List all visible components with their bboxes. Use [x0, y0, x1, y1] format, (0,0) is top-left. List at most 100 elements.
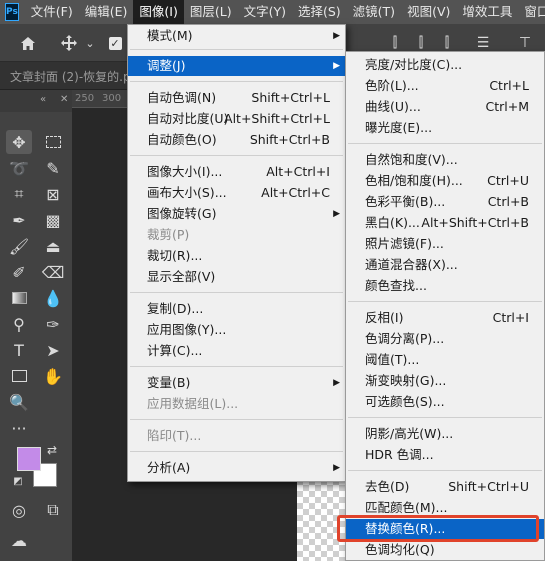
horizontal-ruler: 250 300	[72, 90, 127, 108]
menu-item-mode[interactable]: 模式(M) ▶	[128, 26, 345, 46]
menu-window[interactable]: 窗口(W)	[518, 0, 545, 24]
blur-tool-icon[interactable]: 💧	[40, 286, 66, 310]
menu-item-vibrance[interactable]: 自然饱和度(V)...	[346, 150, 544, 170]
menu-item-brightness-contrast[interactable]: 亮度/对比度(C)...	[346, 55, 544, 75]
move-tool-icon[interactable]: ✥	[6, 130, 32, 154]
eyedropper-tool-icon[interactable]: ✒	[6, 208, 32, 232]
menu-item-image-size[interactable]: 图像大小(I)... Alt+Ctrl+I	[128, 162, 345, 182]
menu-item-desaturate[interactable]: 去色(D) Shift+Ctrl+U	[346, 477, 544, 497]
menu-item-crop: 裁剪(P)	[147, 227, 190, 242]
menu-item-auto-contrast[interactable]: 自动对比度(U) Alt+Shift+Ctrl+L	[128, 109, 345, 129]
menu-item-curves[interactable]: 曲线(U)... Ctrl+M	[346, 97, 544, 117]
menu-item-reveal-all[interactable]: 显示全部(V)	[128, 267, 345, 287]
share-icon[interactable]: ☁	[6, 528, 32, 552]
menu-view[interactable]: 视图(V)	[401, 0, 456, 24]
menu-item-variables[interactable]: 变量(B) ▶	[128, 373, 345, 393]
move-tool-icon[interactable]	[58, 24, 80, 62]
menu-file[interactable]: 文件(F)	[25, 0, 79, 24]
eraser-tool-icon[interactable]: ⌫	[40, 260, 66, 284]
menu-item-black-white[interactable]: 黑白(K)... Alt+Shift+Ctrl+B	[346, 213, 544, 233]
gradient-tool-icon[interactable]	[6, 286, 32, 310]
rectangle-tool-icon[interactable]	[6, 364, 32, 388]
zoom-tool-icon[interactable]: 🔍	[6, 390, 32, 414]
history-brush-tool-icon[interactable]: ✐	[6, 260, 32, 284]
menu-separator	[130, 292, 343, 293]
menu-bar: Ps 文件(F) 编辑(E) 图像(I) 图层(L) 文字(Y) 选择(S) 滤…	[0, 0, 545, 24]
foreground-color-swatch[interactable]	[17, 447, 41, 471]
close-icon[interactable]: ✕	[60, 94, 68, 105]
clone-stamp-tool-icon[interactable]: ⏏	[40, 234, 66, 258]
menu-item-invert[interactable]: 反相(I) Ctrl+I	[346, 308, 544, 328]
menu-item-color-balance[interactable]: 色彩平衡(B)... Ctrl+B	[346, 192, 544, 212]
menu-item-exposure[interactable]: 曝光度(E)...	[346, 118, 544, 138]
ruler-tick-label: 300	[102, 93, 122, 104]
menu-separator	[348, 301, 542, 302]
menu-item-canvas-size[interactable]: 画布大小(S)... Alt+Ctrl+C	[128, 183, 345, 203]
marquee-tool-icon[interactable]	[40, 130, 66, 154]
more-tools-icon[interactable]: ···	[6, 416, 32, 440]
menu-item-trap: 陷印(T)...	[147, 428, 202, 443]
menu-item-auto-color[interactable]: 自动颜色(O) Shift+Ctrl+B	[128, 130, 345, 150]
menu-filter[interactable]: 滤镜(T)	[347, 0, 401, 24]
submenu-arrow-icon: ▶	[333, 209, 340, 219]
menu-item-image-rotation[interactable]: 图像旋转(G) ▶	[128, 204, 345, 224]
ruler-tick-label: 250	[75, 93, 95, 104]
menu-item-threshold[interactable]: 阈值(T)...	[346, 350, 544, 370]
chevron-down-icon[interactable]: ⌄	[82, 24, 98, 62]
menu-separator	[130, 49, 343, 50]
quick-mask-icon[interactable]: ◎	[6, 498, 32, 522]
menu-edit[interactable]: 编辑(E)	[79, 0, 134, 24]
type-tool-icon[interactable]: T	[6, 338, 32, 362]
collapse-icon[interactable]: «	[40, 94, 46, 105]
frame-tool-icon[interactable]: ⊠	[40, 182, 66, 206]
submenu-arrow-icon: ▶	[333, 31, 340, 41]
lasso-tool-icon[interactable]: ➰	[6, 156, 32, 180]
photoshop-logo-icon: Ps	[5, 3, 19, 21]
quick-select-tool-icon[interactable]: ✎	[40, 156, 66, 180]
menu-layer[interactable]: 图层(L)	[184, 0, 238, 24]
menu-item-levels[interactable]: 色阶(L)... Ctrl+L	[346, 76, 544, 96]
menu-separator	[130, 419, 343, 420]
menu-item-trim[interactable]: 裁切(R)...	[128, 246, 345, 266]
menu-item-color-lookup[interactable]: 颜色查找...	[346, 276, 544, 296]
menu-item-auto-tone[interactable]: 自动色调(N) Shift+Ctrl+L	[128, 88, 345, 108]
menu-item-hue-saturation[interactable]: 色相/饱和度(H)... Ctrl+U	[346, 171, 544, 191]
path-select-tool-icon[interactable]: ➤	[40, 338, 66, 362]
adjustments-submenu: 亮度/对比度(C)... 色阶(L)... Ctrl+L 曲线(U)... Ctrl…	[345, 51, 545, 561]
menu-item-posterize[interactable]: 色调分离(P)...	[346, 329, 544, 349]
menu-select[interactable]: 选择(S)	[292, 0, 347, 24]
menu-item-adjustments[interactable]: 调整(J) ▶	[128, 56, 345, 76]
screen-mode-icon[interactable]: ⧉	[40, 498, 66, 522]
menu-plugins[interactable]: 增效工具	[456, 0, 518, 24]
menu-item-photo-filter[interactable]: 照片滤镜(F)...	[346, 234, 544, 254]
menu-item-channel-mixer[interactable]: 通道混合器(X)...	[346, 255, 544, 275]
brush-tool-icon[interactable]: 🖌	[6, 234, 32, 258]
menu-item-shadows-highlights[interactable]: 阴影/高光(W)...	[346, 424, 544, 444]
menu-item-selective-color[interactable]: 可选颜色(S)...	[346, 392, 544, 412]
checkbox-icon[interactable]: ✓	[106, 24, 124, 62]
menu-item-calculations[interactable]: 计算(C)...	[128, 341, 345, 361]
submenu-arrow-icon: ▶	[333, 378, 340, 388]
swap-colors-icon[interactable]: ⇄	[44, 442, 60, 458]
menu-item-apply-image[interactable]: 应用图像(Y)...	[128, 320, 345, 340]
spot-heal-tool-icon[interactable]: ▩	[40, 208, 66, 232]
menu-item-apply-data-set: 应用数据组(L)...	[147, 396, 239, 411]
menu-item-match-color[interactable]: 匹配颜色(M)...	[346, 498, 544, 518]
menu-item-duplicate[interactable]: 复制(D)...	[128, 299, 345, 319]
default-colors-icon[interactable]: ◩	[11, 474, 25, 488]
hand-tool-icon[interactable]: ✋	[40, 364, 66, 388]
menu-item-replace-color[interactable]: 替换颜色(R)...	[346, 519, 544, 539]
home-icon[interactable]	[16, 24, 40, 62]
menu-item-analysis[interactable]: 分析(A) ▶	[128, 458, 345, 478]
menu-separator	[348, 470, 542, 471]
pen-tool-icon[interactable]: ✑	[40, 312, 66, 336]
menu-image[interactable]: 图像(I)	[133, 0, 184, 24]
submenu-arrow-icon: ▶	[333, 463, 340, 473]
menu-type[interactable]: 文字(Y)	[238, 0, 292, 24]
menu-item-equalize[interactable]: 色调均化(Q)	[346, 540, 544, 560]
menu-item-gradient-map[interactable]: 渐变映射(G)...	[346, 371, 544, 391]
document-tab-label: 文章封面 (2)-恢复的.p	[10, 70, 131, 84]
dodge-tool-icon[interactable]: ⚲	[6, 312, 32, 336]
menu-item-hdr-toning[interactable]: HDR 色调...	[346, 445, 544, 465]
crop-tool-icon[interactable]: ⌗	[6, 182, 32, 206]
